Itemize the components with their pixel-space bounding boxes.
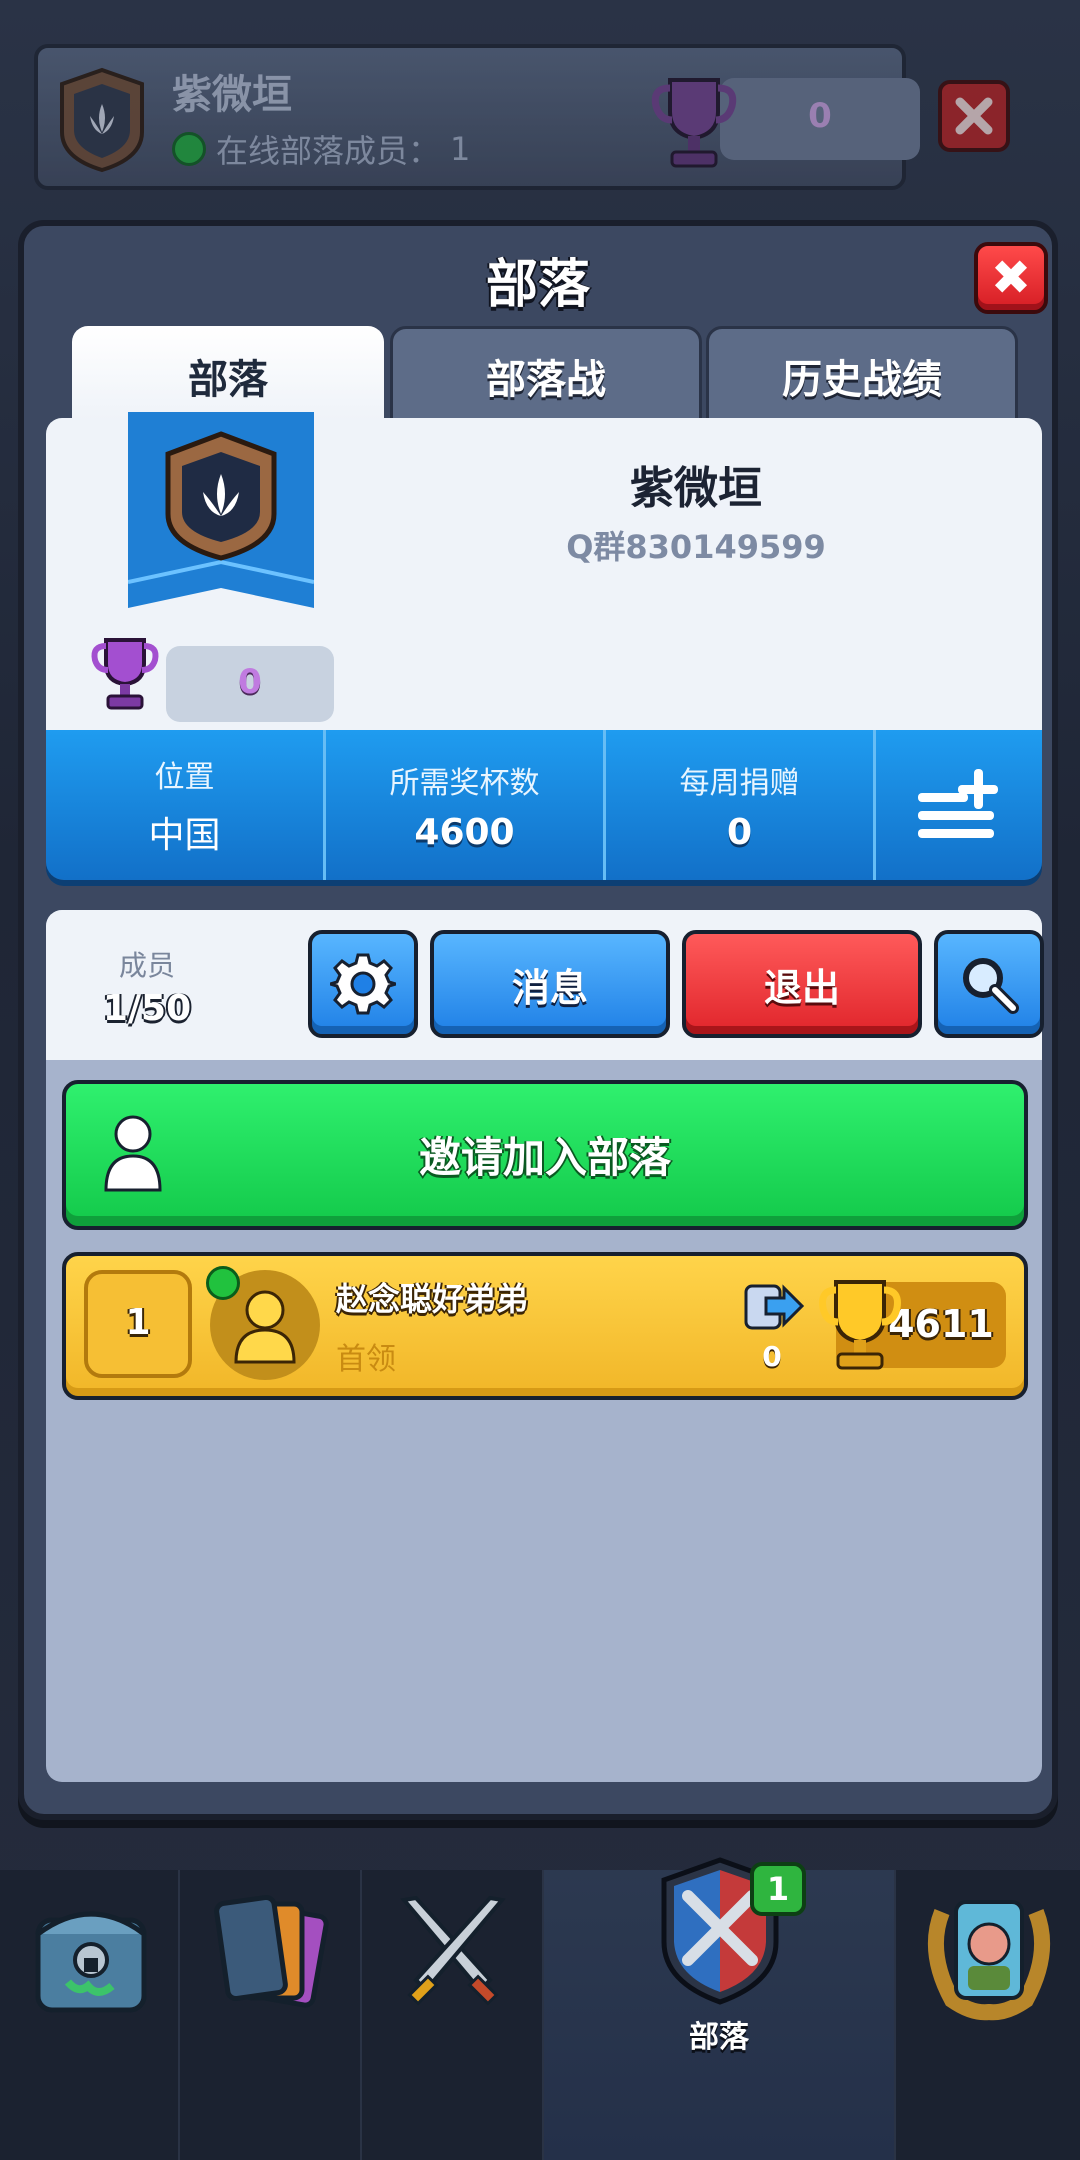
more-info-button[interactable] — [876, 730, 1042, 880]
member-role: 首领 — [336, 1342, 396, 1377]
exit-clan-button[interactable]: 退出 — [682, 930, 922, 1038]
clan-info-card: 0 紫微垣 Q群830149599 — [46, 412, 1042, 730]
online-dot-icon — [172, 132, 206, 166]
clan-stats-row: 位置 中国 所需奖杯数 4600 每周捐赠 0 — [46, 730, 1042, 880]
clan-name: 紫微垣 — [172, 72, 292, 118]
clan-trophy-count: 0 — [238, 662, 262, 702]
panel-title: 部落 — [485, 255, 590, 315]
stat-required-trophies-label: 所需奖杯数 — [389, 765, 540, 801]
online-label: 在线部落成员： — [216, 132, 441, 170]
member-name: 赵念聪好弟弟 — [336, 1280, 529, 1318]
purple-trophy-icon — [91, 638, 159, 710]
clan-name: 紫微垣 — [630, 463, 762, 514]
invite-label: 邀请加入部落 — [418, 1133, 671, 1182]
gold-trophy-icon — [819, 1280, 901, 1370]
online-count: 1 — [450, 130, 471, 168]
online-status-icon — [206, 1266, 240, 1300]
member-row[interactable]: 1 赵念聪好弟弟 首领 0 4611 — [62, 1252, 1028, 1400]
stat-required-trophies: 所需奖杯数 4600 — [326, 730, 606, 880]
online-members: 在线部落成员： 1 — [172, 126, 470, 172]
settings-button[interactable] — [308, 930, 418, 1038]
bottom-nav: 1 部落 — [0, 1857, 1080, 2160]
members-label: 成员 — [118, 949, 175, 982]
members-count: 1/50 — [102, 988, 192, 1029]
nav-events[interactable] — [896, 1870, 1080, 2160]
clan-trophy-box: 0 — [166, 646, 334, 722]
clan-banner-icon — [128, 412, 314, 608]
clan-description: Q群830149599 — [566, 528, 826, 566]
tab-history[interactable]: 历史战绩 — [706, 326, 1018, 426]
nav-battle[interactable] — [362, 1870, 544, 2160]
clan-trophy-count: 0 — [808, 96, 832, 136]
list-plus-icon — [918, 769, 998, 838]
member-rank-value: 1 — [125, 1302, 151, 1343]
search-icon — [963, 958, 1019, 1014]
top-close-icon[interactable] — [938, 80, 1010, 152]
donation-card-icon — [744, 1284, 804, 1330]
stat-weekly-donations-value: 0 — [726, 811, 753, 853]
tab-clan-war[interactable]: 部落战 — [390, 326, 702, 426]
clan-badge-icon — [60, 67, 144, 173]
close-icon: ✖ — [990, 250, 1032, 306]
invite-to-clan-button[interactable]: 邀请加入部落 — [62, 1080, 1028, 1230]
nav-cards[interactable] — [180, 1870, 362, 2160]
clan-header-bar[interactable]: 紫微垣 在线部落成员： 1 0 — [34, 44, 920, 190]
purple-trophy-icon — [651, 78, 737, 168]
stat-required-trophies-value: 4600 — [414, 811, 515, 853]
close-icon — [955, 97, 993, 135]
stat-location-value: 中国 — [148, 815, 221, 856]
nav-clan-label: 部落 — [689, 2020, 749, 2055]
members-header: 成员 1/50 消息 退出 — [46, 910, 1044, 1060]
nav-clan[interactable]: 1 部落 — [544, 1857, 896, 2160]
crossed-swords-icon — [400, 1895, 506, 2006]
message-button[interactable]: 消息 — [430, 930, 670, 1038]
nav-shop[interactable] — [0, 1870, 180, 2160]
search-button[interactable] — [934, 930, 1044, 1038]
laurel-portrait-icon — [927, 1900, 1051, 2021]
chest-icon — [35, 1911, 147, 2013]
stat-weekly-donations: 每周捐赠 0 — [606, 730, 876, 880]
close-button[interactable]: ✖ — [974, 242, 1048, 314]
cards-icon — [214, 1894, 329, 2008]
gear-icon — [330, 953, 396, 1015]
member-donations: 0 — [762, 1340, 782, 1373]
clan-trophy-box: 0 — [720, 78, 920, 160]
clan-panel: 部落 ✖ 部落 部落战 历史战绩 0 紫微垣 Q群830149599 位置 中国… — [18, 220, 1058, 1820]
members-card: 成员 1/50 消息 退出 邀请加入部落 1 赵念聪好弟弟 首领 0 4611 — [46, 910, 1044, 1782]
clan-notification-badge: 1 — [750, 1862, 806, 1916]
stat-weekly-donations-label: 每周捐赠 — [679, 765, 800, 801]
tab-clan[interactable]: 部落 — [72, 326, 384, 426]
member-rank: 1 — [84, 1270, 192, 1378]
stat-location: 位置 中国 — [46, 730, 326, 880]
stat-location-label: 位置 — [154, 760, 215, 795]
